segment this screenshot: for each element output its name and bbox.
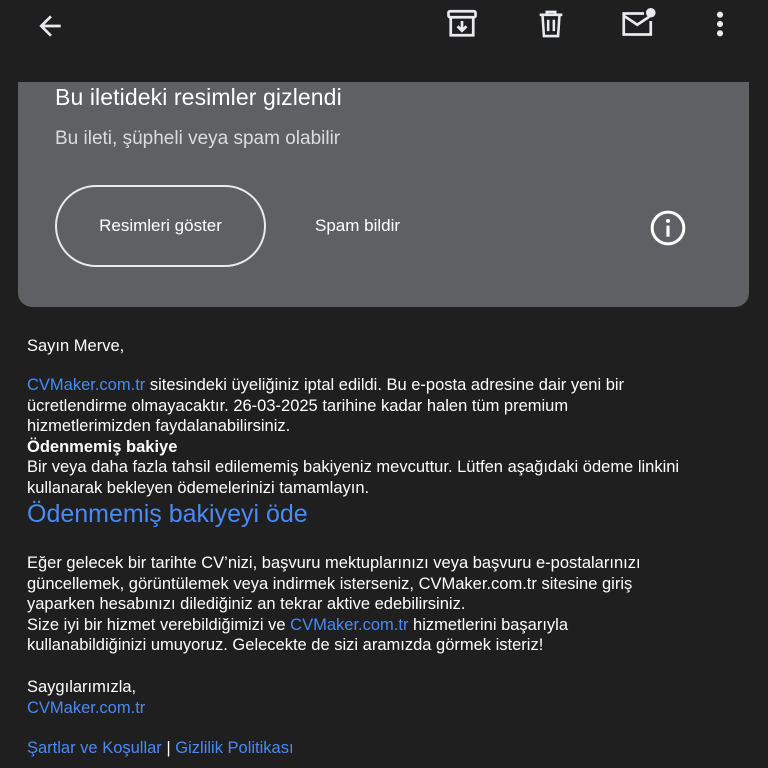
paragraph-text: hizmetlerini başarıyla bbox=[408, 615, 569, 634]
paragraph-text: Size iyi bir hizmet verebildiğimizi ve bbox=[27, 615, 291, 634]
paragraph-text: Bir veya daha fazla tahsil edilememiş ba… bbox=[27, 458, 680, 476]
paragraph-text: kullanabildiğinizi umuyoruz. Gelecekte d… bbox=[27, 636, 544, 654]
paragraph-text: güncellemek, görüntülemek veya indirmek … bbox=[27, 574, 633, 593]
mark-unread-icon[interactable] bbox=[615, 2, 661, 46]
cvmaker-link[interactable]: CVMaker.com.tr bbox=[27, 698, 145, 719]
paragraph-cancellation: CVMaker.com.tr sitesindeki üyeliğiniz ip… bbox=[27, 375, 679, 498]
top-app-bar bbox=[0, 0, 768, 82]
cvmaker-link[interactable]: CVMaker.com.tr bbox=[27, 376, 145, 394]
info-icon[interactable] bbox=[649, 209, 687, 252]
pay-unpaid-balance-link[interactable]: Ödenmemiş bakiyeyi öde bbox=[27, 500, 308, 529]
footer-separator: | bbox=[161, 739, 176, 757]
signoff-text: Saygılarımızla, bbox=[27, 678, 137, 696]
images-hidden-banner: Bu iletideki resimler gizlendi Bu ileti,… bbox=[18, 82, 749, 307]
footer-links: Şartlar ve Koşullar | Gizlilik Politikas… bbox=[27, 738, 294, 759]
terms-link[interactable]: Şartlar ve Koşullar bbox=[27, 739, 162, 757]
unpaid-balance-heading: Ödenmemiş bakiye bbox=[27, 437, 178, 456]
paragraph-text: hizmetlerimizden faydalanabilirsiniz. bbox=[27, 417, 291, 435]
paragraph-text: Eğer gelecek bir tarihte CV’nizi, başvur… bbox=[27, 554, 641, 572]
paragraph-text: kullanarak bekleyen ödemelerinizi tamaml… bbox=[27, 478, 370, 497]
banner-subtitle: Bu ileti, şüpheli veya spam olabilir bbox=[55, 128, 341, 149]
signature: Saygılarımızla, CVMaker.com.tr bbox=[27, 677, 145, 718]
paragraph-reactivation: Eğer gelecek bir tarihte CV’nizi, başvur… bbox=[27, 553, 641, 656]
paragraph-text: yaparken hesabınızı dilediğiniz an tekra… bbox=[27, 595, 466, 613]
paragraph-text: ücretlendirme olmayacaktır. 26-03-2025 t… bbox=[27, 396, 569, 415]
paragraph-text: sitesindeki üyeliğiniz iptal edildi. Bu … bbox=[145, 376, 625, 394]
back-arrow-icon[interactable] bbox=[30, 6, 70, 46]
banner-title: Bu iletideki resimler gizlendi bbox=[55, 84, 342, 110]
cvmaker-link[interactable]: CVMaker.com.tr bbox=[290, 616, 408, 634]
trash-icon[interactable] bbox=[529, 2, 573, 46]
report-spam-button[interactable]: Spam bildir bbox=[315, 216, 400, 236]
show-images-button[interactable]: Resimleri göster bbox=[55, 185, 266, 267]
privacy-link[interactable]: Gizlilik Politikası bbox=[175, 739, 293, 757]
greeting: Sayın Merve, bbox=[27, 337, 125, 355]
more-vert-icon[interactable] bbox=[700, 4, 740, 44]
archive-icon[interactable] bbox=[440, 2, 484, 46]
